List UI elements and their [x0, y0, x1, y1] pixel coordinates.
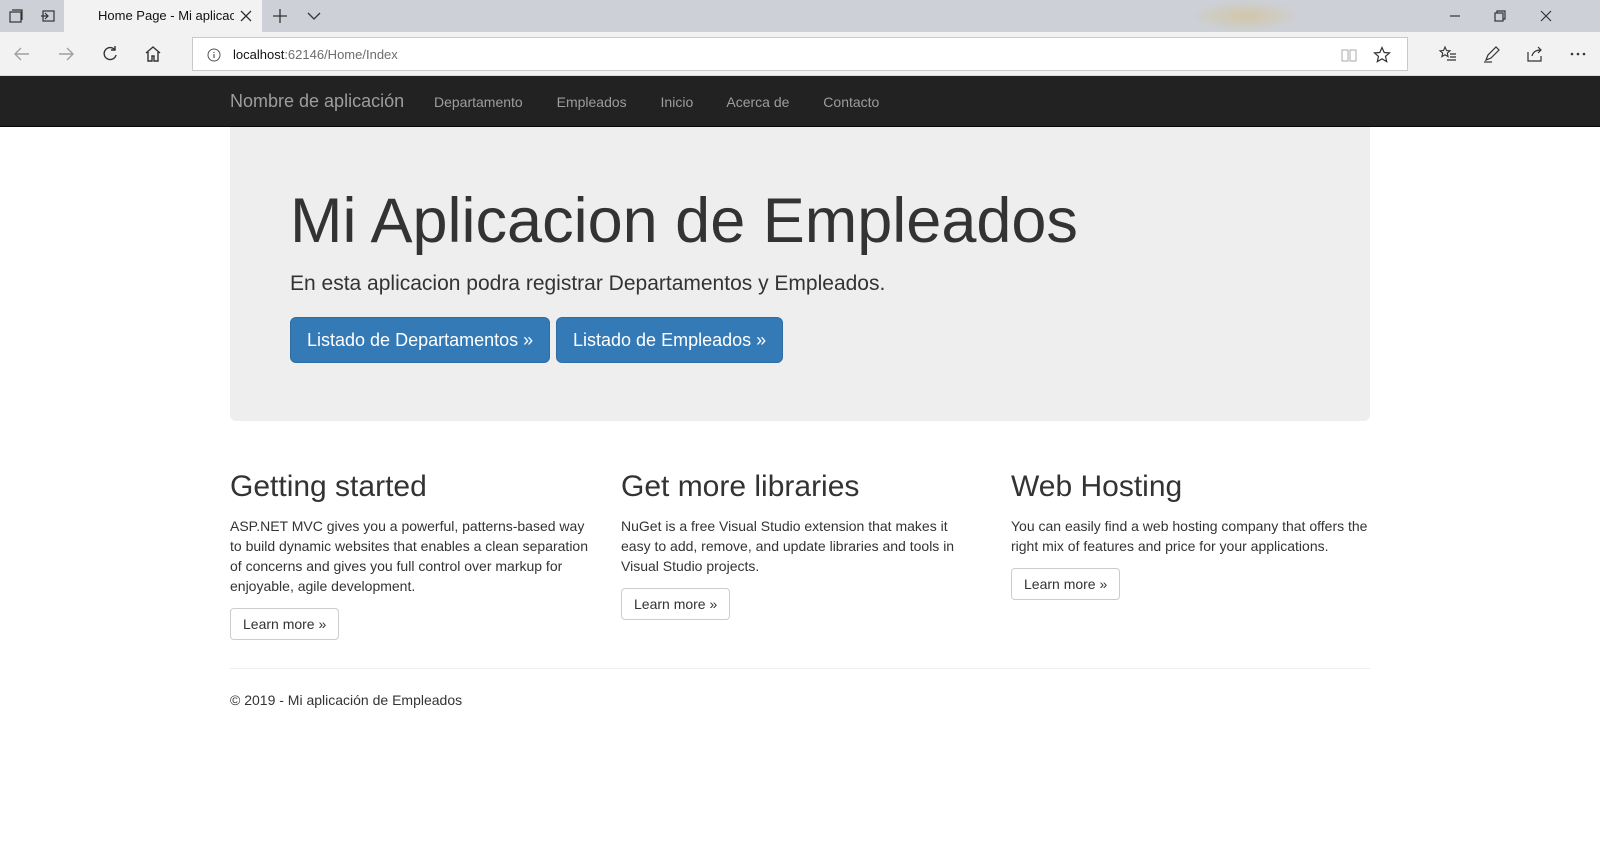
tab-title: Home Page - Mi aplicac — [98, 8, 234, 23]
site-navbar: Nombre de aplicación Departamento Emplea… — [0, 76, 1600, 127]
column-heading: Getting started — [230, 470, 427, 503]
nav-link-acerca-de[interactable]: Acerca de — [726, 94, 789, 110]
listado-departamentos-button[interactable]: Listado de Departamentos » — [290, 317, 551, 363]
learn-more-button[interactable]: Learn more » — [621, 588, 731, 620]
refresh-icon[interactable] — [100, 44, 120, 64]
footer-divider — [230, 668, 1370, 669]
minimize-icon[interactable] — [1447, 8, 1463, 24]
tab-menu-icon[interactable] — [306, 8, 322, 24]
lead-text: En esta aplicacion podra registrar Depar… — [290, 272, 886, 295]
url-path: :62146/Home/Index — [284, 47, 398, 62]
url-text: localhost:62146/Home/Index — [233, 47, 398, 62]
share-icon[interactable] — [1525, 44, 1545, 64]
reading-view-icon[interactable] — [1341, 47, 1357, 63]
home-icon[interactable] — [143, 44, 163, 64]
navbar-links: Departamento Empleados Inicio Acerca de … — [434, 94, 909, 110]
column-text: You can easily find a web hosting compan… — [1011, 518, 1368, 554]
url-host: localhost — [233, 47, 285, 62]
nav-link-empleados[interactable]: Empleados — [557, 94, 627, 110]
column-get-more-libraries: Get more libraries NuGet is a free Visua… — [621, 470, 981, 620]
column-heading: Web Hosting — [1011, 470, 1183, 503]
browser-tab-strip: Home Page - Mi aplicac — [0, 0, 1600, 32]
learn-more-button[interactable]: Learn more » — [1011, 568, 1121, 600]
column-text: ASP.NET MVC gives you a powerful, patter… — [230, 518, 588, 594]
address-bar[interactable]: localhost:62146/Home/Index — [192, 37, 1408, 71]
jumbotron: Mi Aplicacion de Empleados En esta aplic… — [230, 127, 1370, 421]
listado-empleados-button[interactable]: Listado de Empleados » — [556, 317, 784, 363]
more-icon[interactable] — [1568, 44, 1588, 64]
column-web-hosting: Web Hosting You can easily find a web ho… — [1011, 470, 1371, 600]
set-aside-icon[interactable] — [40, 8, 56, 24]
back-icon[interactable] — [12, 44, 32, 64]
learn-more-button[interactable]: Learn more » — [230, 608, 340, 640]
footer-text: © 2019 - Mi aplicación de Empleados — [230, 692, 463, 708]
browser-toolbar: localhost:62146/Home/Index — [0, 32, 1600, 76]
column-getting-started: Getting started ASP.NET MVC gives you a … — [230, 470, 590, 640]
restore-icon[interactable] — [1492, 8, 1508, 24]
column-text: NuGet is a free Visual Studio extension … — [621, 518, 955, 574]
info-icon[interactable] — [207, 48, 221, 62]
page-title: Mi Aplicacion de Empleados — [290, 186, 1078, 256]
navbar-brand[interactable]: Nombre de aplicación — [230, 91, 404, 112]
nav-link-inicio[interactable]: Inicio — [661, 94, 694, 110]
pen-icon[interactable] — [1482, 44, 1502, 64]
column-heading: Get more libraries — [621, 470, 860, 503]
tab-strip-glow — [1190, 0, 1300, 32]
close-tab-icon[interactable] — [238, 8, 254, 24]
favorites-hub-icon[interactable] — [1438, 44, 1458, 64]
close-window-icon[interactable] — [1538, 8, 1554, 24]
nav-link-contacto[interactable]: Contacto — [823, 94, 879, 110]
favorite-star-icon[interactable] — [1373, 46, 1391, 64]
tab-actions — [0, 0, 64, 32]
forward-icon[interactable] — [56, 44, 76, 64]
nav-link-departamento[interactable]: Departamento — [434, 94, 523, 110]
tab-list-icon[interactable] — [8, 8, 24, 24]
new-tab-icon[interactable] — [272, 8, 288, 24]
active-tab[interactable]: Home Page - Mi aplicac — [64, 0, 262, 32]
